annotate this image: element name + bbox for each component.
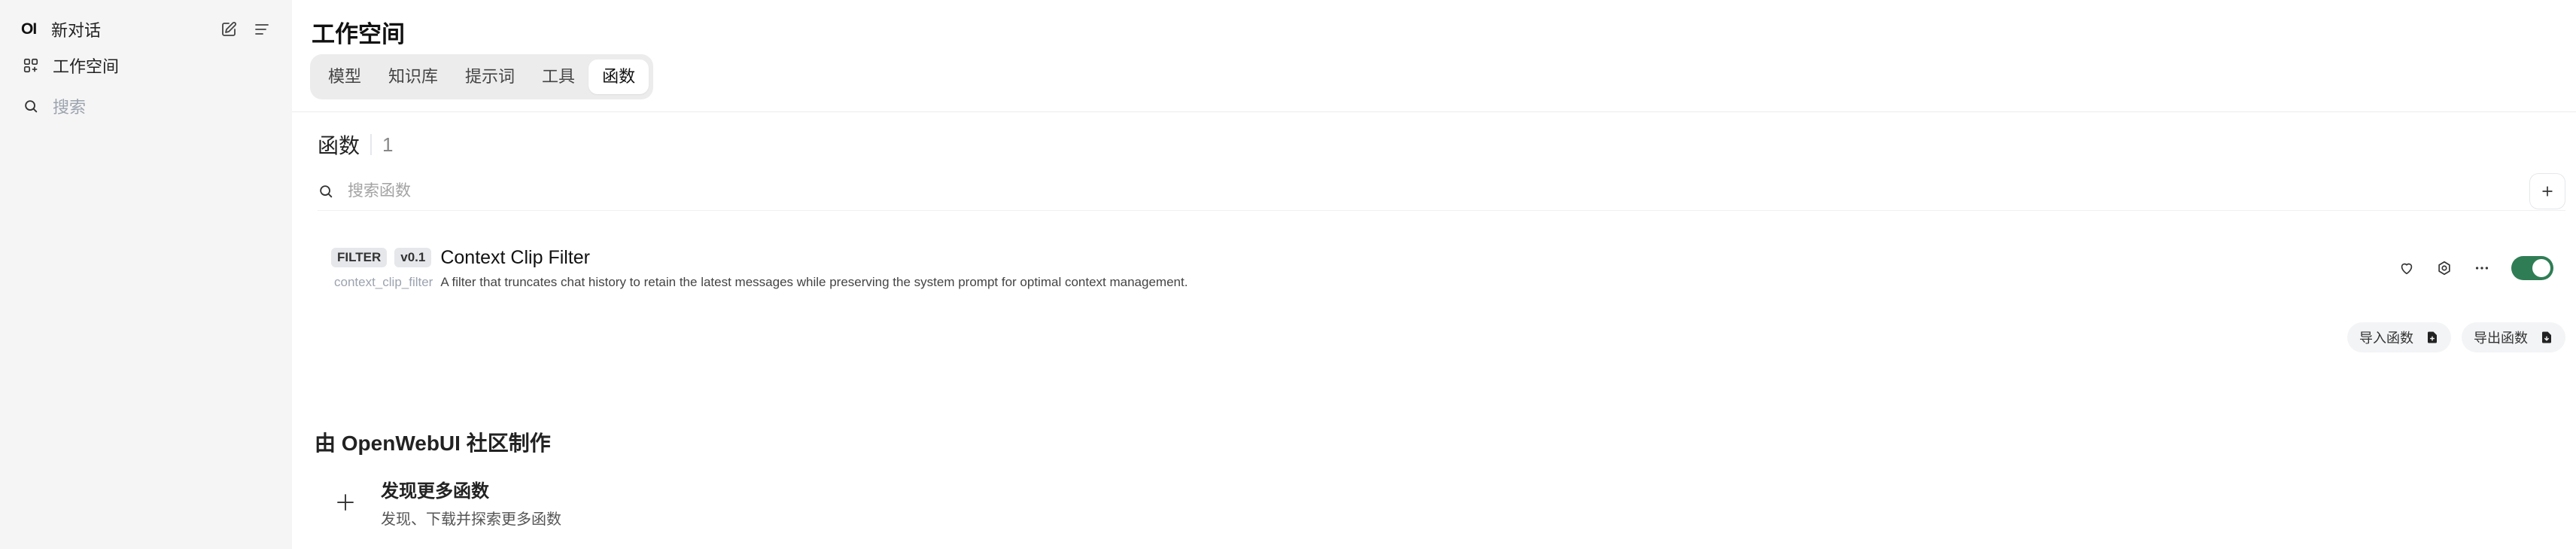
function-title-row: FILTER v0.1 Context Clip Filter <box>331 247 2388 269</box>
sidebar-item-label: 工作空间 <box>53 57 120 76</box>
edit-icon <box>222 22 236 36</box>
search-icon <box>318 183 337 200</box>
sidebar-header: OI 新对话 <box>14 15 278 44</box>
grid-icon <box>21 56 41 75</box>
ellipsis-icon <box>2475 267 2489 270</box>
section-title: 函数 <box>318 134 360 157</box>
header-divider <box>292 111 2576 112</box>
functions-section-header: 函数 1 <box>318 130 393 160</box>
sidebar-item-workspace[interactable]: 工作空间 <box>14 47 278 84</box>
function-description: A filter that truncates chat history to … <box>440 274 1188 289</box>
new-chat-link[interactable]: 新对话 <box>51 17 212 41</box>
function-settings-button[interactable] <box>2425 249 2463 287</box>
function-info: FILTER v0.1 Context Clip Filter context_… <box>331 247 2388 290</box>
app-root: OI 新对话 工作空间 搜索 工作空间 模型 知识库 提示词 工具 函数 函数 … <box>0 0 2576 549</box>
toggle-knob <box>2532 259 2550 277</box>
function-list-item[interactable]: FILTER v0.1 Context Clip Filter context_… <box>331 242 2553 294</box>
tab-knowledge[interactable]: 知识库 <box>375 59 452 94</box>
discover-subtitle: 发现、下载并探索更多函数 <box>381 511 561 528</box>
import-export-row: 导入函数 导出函数 <box>2347 322 2565 352</box>
tab-models[interactable]: 模型 <box>315 59 375 94</box>
discover-text: 发现更多函数 发现、下载并探索更多函数 <box>381 476 561 529</box>
section-separator <box>370 134 373 155</box>
function-search-input[interactable] <box>348 181 2529 200</box>
function-type-badge: FILTER <box>331 248 388 267</box>
main-content: 工作空间 模型 知识库 提示词 工具 函数 函数 1 FI <box>292 0 2576 549</box>
file-icon <box>2425 331 2439 344</box>
menu-icon <box>255 24 269 35</box>
function-actions <box>2388 249 2553 287</box>
plus-icon <box>2542 185 2553 197</box>
sidebar-search[interactable]: 搜索 <box>14 87 278 125</box>
function-enable-toggle[interactable] <box>2511 256 2553 280</box>
file-icon <box>2540 331 2553 344</box>
function-count: 1 <box>382 133 394 156</box>
function-name: Context Clip Filter <box>440 246 590 268</box>
export-functions-button[interactable]: 导出函数 <box>2462 322 2565 352</box>
heart-icon <box>2401 263 2413 275</box>
plus-icon <box>324 480 367 524</box>
tab-functions[interactable]: 函数 <box>588 59 649 94</box>
new-chat-button[interactable] <box>212 15 245 44</box>
workspace-tabs: 模型 知识库 提示词 工具 函数 <box>310 54 654 99</box>
search-icon <box>21 96 41 116</box>
import-functions-button[interactable]: 导入函数 <box>2347 322 2451 352</box>
page-title: 工作空间 <box>312 21 405 47</box>
discover-more-link[interactable]: 发现更多函数 发现、下载并探索更多函数 <box>324 476 561 529</box>
sidebar-toggle-button[interactable] <box>245 15 278 44</box>
function-meta-row: context_clip_filter A filter that trunca… <box>331 275 2388 290</box>
add-function-button[interactable] <box>2529 172 2565 209</box>
import-label: 导入函数 <box>2359 331 2413 346</box>
more-options-button[interactable] <box>2463 249 2501 287</box>
app-logo[interactable]: OI <box>14 20 39 38</box>
function-version-badge: v0.1 <box>394 248 432 267</box>
function-id: context_clip_filter <box>334 274 433 289</box>
community-section-title: 由 OpenWebUI 社区制作 <box>315 432 551 455</box>
function-search-bar <box>318 172 2565 211</box>
sidebar: OI 新对话 工作空间 搜索 <box>0 0 292 549</box>
tab-prompts[interactable]: 提示词 <box>452 59 528 94</box>
discover-title: 发现更多函数 <box>381 481 489 502</box>
sidebar-search-label: 搜索 <box>53 98 87 117</box>
favorite-button[interactable] <box>2388 249 2425 287</box>
tab-tools[interactable]: 工具 <box>528 59 588 94</box>
gear-icon <box>2438 261 2450 276</box>
export-label: 导出函数 <box>2474 331 2528 346</box>
